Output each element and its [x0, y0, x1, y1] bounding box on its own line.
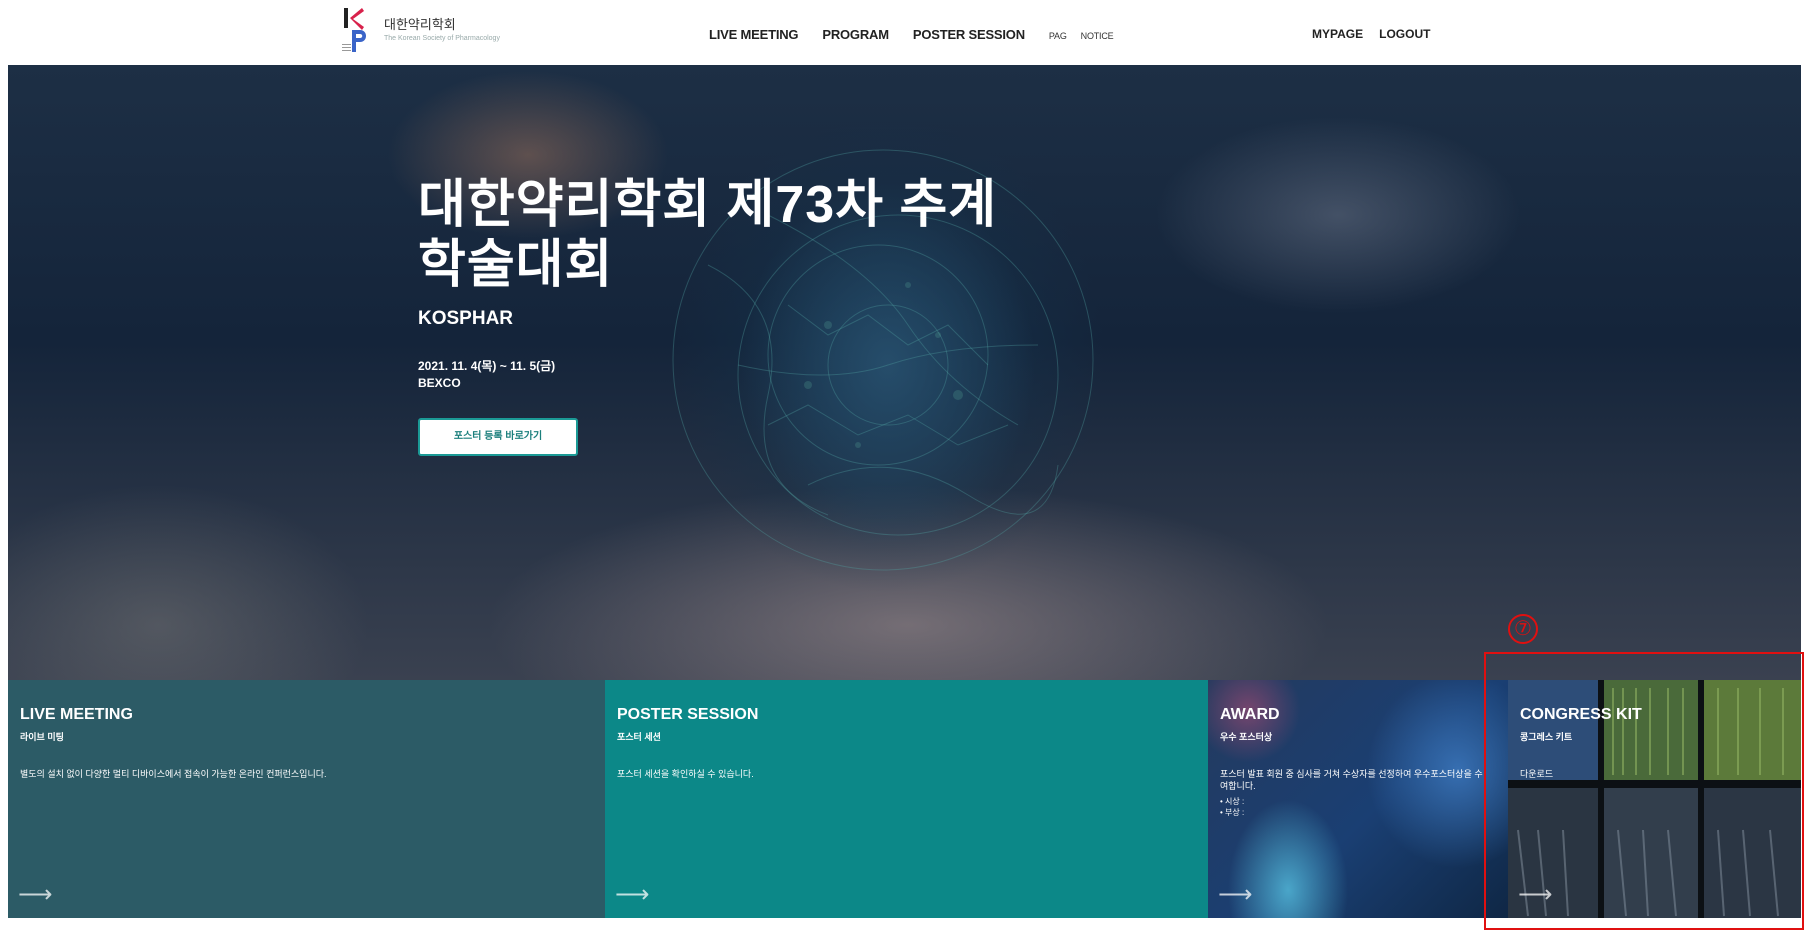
award-prize-item: • 시상 : [1220, 797, 1245, 806]
arrow-right-icon[interactable]: ⟶ [615, 880, 649, 909]
logo-name-korean: 대한약리학회 [384, 16, 456, 32]
site-header: 대한약리학회 The Korean Society of Pharmacolog… [0, 0, 1810, 65]
nav-pag[interactable]: PAG [1049, 31, 1067, 41]
nav-mypage[interactable]: MYPAGE [1312, 27, 1363, 41]
panel-award[interactable]: AWARD 우수 포스터상 포스터 발표 회원 중 심사를 거쳐 수상자를 선정… [1208, 680, 1508, 918]
main-nav: LIVE MEETING PROGRAM POSTER SESSION PAG … [709, 27, 1127, 42]
nav-notice[interactable]: NOTICE [1081, 31, 1114, 41]
nav-program[interactable]: PROGRAM [822, 27, 889, 42]
panel-live-meeting[interactable]: LIVE MEETING 라이브 미팅 별도의 설치 없이 다양한 멀티 디바이… [8, 680, 605, 918]
user-nav: MYPAGE LOGOUT [1312, 27, 1446, 41]
nav-logout[interactable]: LOGOUT [1379, 27, 1430, 41]
award-prize-item: • 부상 : [1220, 808, 1245, 817]
panel-subtitle: 우수 포스터상 [1220, 732, 1273, 742]
annotation-highlight-box [1484, 652, 1804, 930]
panel-description: 별도의 설치 없이 다양한 멀티 디바이스에서 접속이 가능한 온라인 컨퍼런스… [20, 769, 327, 779]
award-prize-list: • 시상 : • 부상 : [1220, 796, 1244, 818]
hero-banner: 대한약리학회 제73차 추계학술대회 KOSPHAR 2021. 11. 4(목… [8, 65, 1801, 680]
panel-description: 포스터 세션을 확인하실 수 있습니다. [617, 769, 754, 779]
annotation-number: ⑦ [1508, 614, 1538, 644]
arrow-right-icon[interactable]: ⟶ [18, 880, 52, 909]
panel-poster-session[interactable]: POSTER SESSION 포스터 세션 포스터 세션을 확인하실 수 있습니… [605, 680, 1208, 918]
panel-title: POSTER SESSION [617, 706, 759, 723]
ksp-logo-icon [340, 6, 376, 54]
panel-title: LIVE MEETING [20, 706, 133, 723]
hero-title: 대한약리학회 제73차 추계학술대회 [418, 176, 998, 294]
nav-live-meeting[interactable]: LIVE MEETING [709, 27, 799, 42]
site-logo[interactable]: 대한약리학회 The Korean Society of Pharmacolog… [340, 6, 500, 54]
arrow-right-icon[interactable]: ⟶ [1218, 880, 1252, 909]
poster-register-button[interactable]: 포스터 등록 바로가기 [418, 418, 578, 456]
hero-background-image [672, 149, 1094, 571]
panel-subtitle: 포스터 세션 [617, 732, 661, 742]
panel-title: AWARD [1220, 706, 1280, 723]
hero-subtitle: KOSPHAR [418, 308, 514, 329]
panel-description: 포스터 발표 회원 중 심사를 거쳐 수상자를 선정하여 우수포스터상을 수여합… [1220, 769, 1483, 791]
logo-name-english: The Korean Society of Pharmacology [384, 34, 500, 42]
event-venue: BEXCO [418, 376, 461, 390]
nav-poster-session[interactable]: POSTER SESSION [913, 27, 1025, 42]
panel-subtitle: 라이브 미팅 [20, 732, 64, 742]
event-date: 2021. 11. 4(목) ~ 11. 5(금) [418, 359, 556, 373]
